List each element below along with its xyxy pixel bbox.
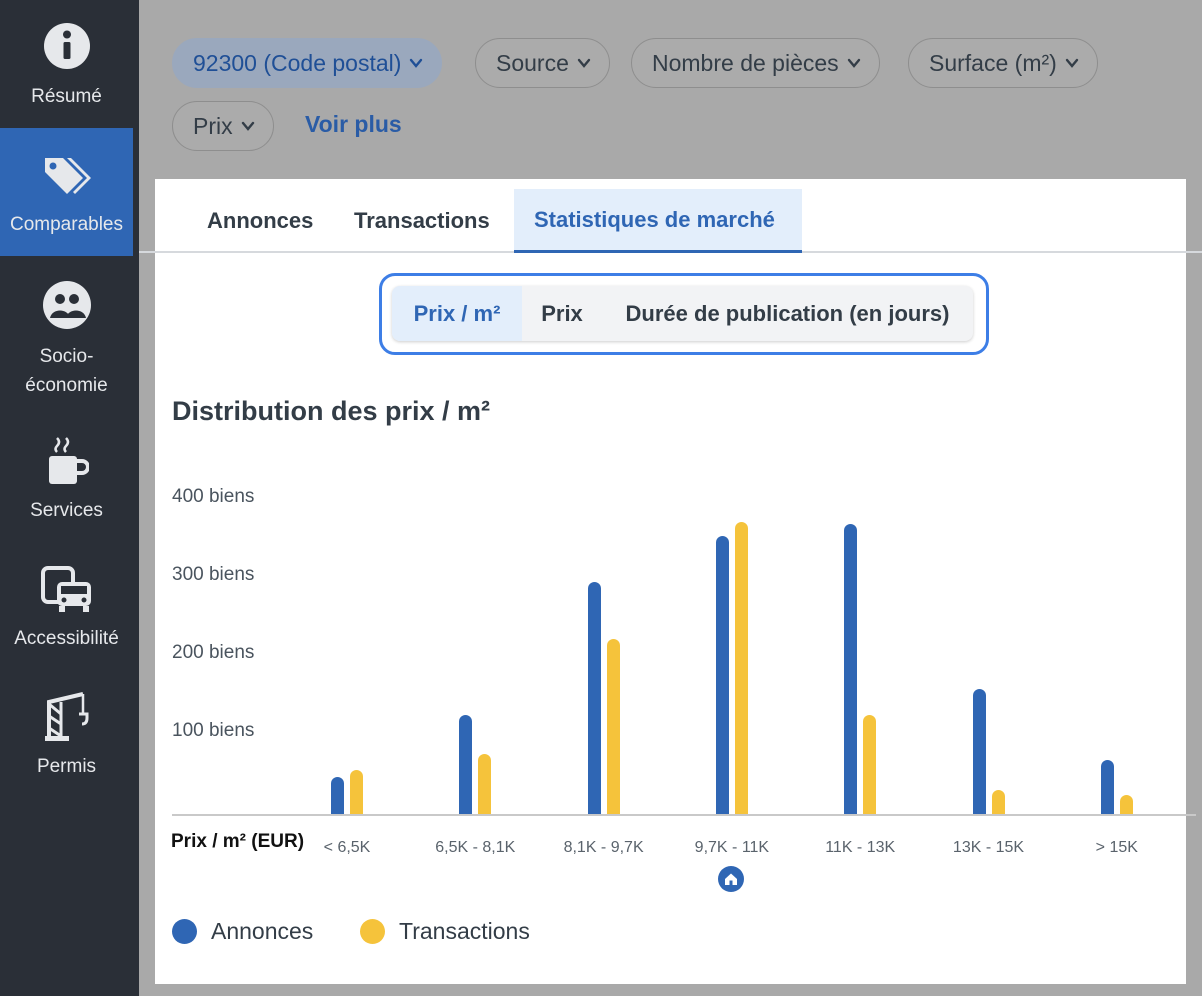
bar-transactions[interactable] bbox=[350, 770, 363, 814]
bar-annonces[interactable] bbox=[331, 777, 344, 814]
y-tick-label: 300 biens bbox=[172, 564, 255, 585]
legend-label: Transactions bbox=[399, 918, 530, 944]
filter-label: Nombre de pièces bbox=[652, 49, 839, 76]
sidebar-item-label: Services bbox=[30, 500, 103, 521]
chart-title: Distribution des prix / m² bbox=[172, 396, 491, 426]
y-tick-label: 100 biens bbox=[172, 720, 255, 741]
chevron-down-icon bbox=[577, 58, 591, 68]
filter-source[interactable]: Source bbox=[475, 38, 610, 88]
sidebar-item-accessibilite[interactable]: Accessibilité bbox=[0, 566, 133, 666]
sidebar-item-permis[interactable]: Permis bbox=[0, 692, 133, 792]
x-axis-baseline bbox=[172, 814, 1196, 816]
legend-swatch bbox=[360, 919, 385, 944]
sidebar-item-resume[interactable]: Résumé bbox=[0, 22, 133, 128]
x-tick-label: 11K - 13K bbox=[825, 839, 896, 856]
x-tick-label: 9,7K - 11K bbox=[694, 839, 770, 856]
bar-annonces[interactable] bbox=[972, 689, 986, 814]
sidebar-item-label: Résumé bbox=[31, 86, 102, 107]
legend-label: Annonces bbox=[211, 918, 314, 944]
voir-plus-link[interactable]: Voir plus bbox=[305, 111, 402, 138]
x-tick-label: > 15K bbox=[1095, 839, 1138, 856]
bar-transactions[interactable] bbox=[606, 638, 620, 814]
chevron-down-icon bbox=[410, 58, 423, 68]
crane-icon bbox=[44, 692, 88, 741]
x-tick-label: 8,1K - 9,7K bbox=[563, 839, 644, 856]
segment-duree-publication[interactable]: Durée de publication (en jours) bbox=[602, 286, 973, 341]
info-icon bbox=[43, 23, 90, 69]
chevron-down-icon bbox=[847, 58, 860, 68]
filter-label: 92300 (Code postal) bbox=[193, 49, 402, 76]
x-axis-label: Prix / m² (EUR) bbox=[171, 831, 305, 852]
filter-nombre-pieces[interactable]: Nombre de pièces bbox=[631, 38, 880, 88]
sidebar-item-services[interactable]: Services bbox=[0, 436, 133, 536]
segment-prix[interactable]: Prix bbox=[522, 286, 602, 341]
y-tick-label: 400 biens bbox=[172, 486, 255, 507]
sidebar-item-socio-economie[interactable]: Socio- économie bbox=[0, 280, 133, 400]
tab-statistiques-marche[interactable]: Statistiques de marché bbox=[514, 189, 802, 253]
tags-icon bbox=[44, 158, 91, 194]
filter-label: Prix bbox=[193, 112, 233, 139]
filter-label: Surface (m²) bbox=[929, 49, 1057, 76]
segment-prix-m2[interactable]: Prix / m² bbox=[392, 286, 522, 341]
sidebar: Résumé Comparables Socio- économie Servi… bbox=[0, 0, 139, 996]
transport-icon bbox=[40, 566, 91, 612]
sidebar-item-label: Accessibilité bbox=[14, 628, 119, 649]
x-tick-label: 13K - 15K bbox=[952, 839, 1025, 856]
bar-annonces[interactable] bbox=[844, 523, 858, 814]
bar-transactions[interactable] bbox=[1119, 794, 1133, 814]
sidebar-item-comparables[interactable]: Comparables bbox=[0, 128, 133, 256]
bar-transactions[interactable] bbox=[991, 789, 1005, 814]
x-tick-label: 6,5K - 8,1K bbox=[435, 839, 516, 856]
sidebar-item-label: Comparables bbox=[10, 214, 123, 235]
filter-prix[interactable]: Prix bbox=[172, 101, 274, 151]
bar-transactions[interactable] bbox=[863, 714, 877, 814]
coffee-icon bbox=[48, 437, 89, 484]
filter-label: Source bbox=[496, 49, 569, 76]
bar-annonces[interactable] bbox=[459, 714, 473, 814]
bar-transactions[interactable] bbox=[734, 522, 748, 814]
x-tick-label: < 6,5K bbox=[323, 839, 371, 856]
filter-postal-code[interactable]: 92300 (Code postal) bbox=[172, 38, 443, 88]
sidebar-item-label: Permis bbox=[36, 756, 97, 777]
bar-annonces[interactable] bbox=[1100, 760, 1114, 814]
bar-annonces[interactable] bbox=[587, 582, 601, 814]
y-tick-label: 200 biens bbox=[172, 642, 255, 663]
sidebar-item-label: Socio- économie bbox=[25, 346, 108, 396]
chevron-down-icon bbox=[241, 121, 254, 131]
tab-transactions[interactable]: Transactions bbox=[354, 189, 490, 253]
bar-transactions[interactable] bbox=[478, 753, 492, 814]
people-icon bbox=[42, 281, 91, 329]
home-icon bbox=[718, 866, 744, 892]
legend-transactions: Transactions bbox=[360, 918, 530, 945]
bar-annonces[interactable] bbox=[715, 535, 729, 814]
chevron-down-icon bbox=[1065, 58, 1078, 68]
filter-surface[interactable]: Surface (m²) bbox=[908, 38, 1098, 88]
tab-annonces[interactable]: Annonces bbox=[207, 189, 313, 253]
legend-swatch bbox=[172, 919, 197, 944]
legend-annonces: Annonces bbox=[172, 918, 313, 945]
